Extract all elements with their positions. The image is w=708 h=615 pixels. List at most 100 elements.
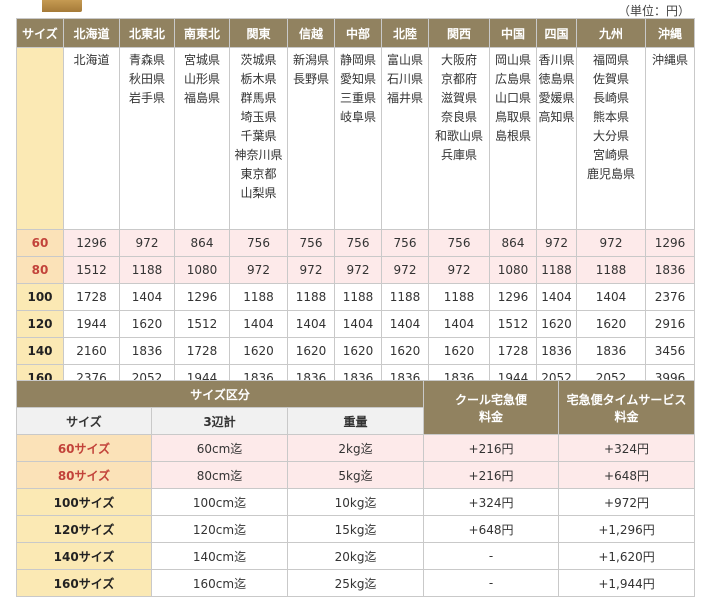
rate-cell: 1512 [63, 256, 120, 284]
prefecture-name: 兵庫県 [440, 148, 477, 162]
rate-cell: 864 [174, 229, 230, 257]
rate-cell: 1620 [119, 310, 175, 338]
size-class-label: 120サイズ [16, 515, 152, 543]
rate-cell: 972 [119, 229, 175, 257]
rate-cell: 756 [381, 229, 429, 257]
weight-subheader: 重量 [286, 407, 425, 435]
rate-cell: 1836 [119, 337, 175, 365]
rate-cell: 2376 [645, 283, 695, 311]
prefecture-name: 群馬県 [240, 91, 277, 105]
rate-cell: 1404 [287, 310, 335, 338]
service-row: 60サイズ 60cm迄 2kg迄 +216円 +324円 [16, 434, 696, 462]
rate-header-cell: 中国 [489, 18, 537, 48]
rate-cell: 1296 [489, 283, 537, 311]
prefecture-name: 青森県 [128, 53, 165, 67]
rate-header-cell: 北陸 [381, 18, 429, 48]
rate-cell: 1404 [576, 283, 646, 311]
size-blank-cell [16, 47, 64, 230]
prefecture-cell: 青森県 秋田県 岩手県 [119, 47, 175, 230]
prefecture-cell: 宮城県 山形県 福島県 [174, 47, 230, 230]
prefecture-name: 宮崎県 [592, 148, 629, 162]
size-subheader: サイズ [16, 407, 152, 435]
prefecture-name: 宮城県 [183, 53, 220, 67]
prefecture-name: 大阪府 [440, 53, 477, 67]
time-fee-cell: +324円 [558, 434, 696, 462]
prefecture-name: 長野県 [292, 72, 329, 86]
rate-row: 100 1728 1404 1296 1188 1188 1188 1188 1188 1296 1… [16, 283, 695, 311]
prefecture-name: 岩手県 [128, 91, 165, 105]
size-class-label: 160サイズ [16, 569, 152, 597]
rate-cell: 1296 [63, 229, 120, 257]
prefecture-cell: 新潟県 長野県 [287, 47, 335, 230]
rate-cell: 2916 [645, 310, 695, 338]
prefecture-cell: 岡山県 広島県 山口県 鳥取県 島根県 [489, 47, 537, 230]
prefecture-name: 大分県 [592, 129, 629, 143]
dimension-cell: 140cm迄 [151, 542, 288, 570]
prefecture-name: 和歌山県 [434, 129, 483, 143]
rate-cell: 756 [229, 229, 288, 257]
prefecture-name: 石川県 [386, 72, 423, 86]
rate-header-cell: 北海道 [63, 18, 120, 48]
time-fee-header: 宅急便タイムサービス 料金 [558, 380, 696, 435]
prefecture-name: 熊本県 [592, 110, 629, 124]
prefecture-name: 京都府 [440, 72, 477, 86]
rate-cell: 1188 [576, 256, 646, 284]
rate-cell: 1188 [381, 283, 429, 311]
size-label: 80 [16, 256, 64, 284]
time-header-line: 宅急便タイムサービス [566, 392, 687, 407]
rate-row: 140 2160 1836 1728 1620 1620 1620 1620 1620 1728 1… [16, 337, 695, 365]
cool-fee-cell: - [423, 569, 560, 597]
weight-cell: 2kg迄 [286, 434, 425, 462]
rate-cell: 1512 [489, 310, 537, 338]
rate-cell: 756 [428, 229, 490, 257]
rate-cell: 972 [334, 256, 382, 284]
service-row: 120サイズ 120cm迄 15kg迄 +648円 +1,296円 [16, 515, 696, 543]
rate-header-cell: 関東 [229, 18, 288, 48]
prefecture-name: 長崎県 [592, 91, 629, 105]
prefecture-name: 広島県 [494, 72, 531, 86]
time-fee-cell: +1,620円 [558, 542, 696, 570]
cool-fee-cell: +324円 [423, 488, 560, 516]
rate-cell: 1188 [428, 283, 490, 311]
time-fee-cell: +972円 [558, 488, 696, 516]
prefecture-name: 鳥取県 [494, 110, 531, 124]
prefecture-name: 千葉県 [240, 129, 277, 143]
prefecture-cell: 静岡県 愛知県 三重県 岐阜県 [334, 47, 382, 230]
prefecture-name: 滋賀県 [440, 91, 477, 105]
weight-cell: 10kg迄 [286, 488, 425, 516]
rate-cell: 1836 [645, 256, 695, 284]
rate-cell: 1296 [174, 283, 230, 311]
prefecture-name: 愛媛県 [538, 91, 575, 105]
dimension-cell: 120cm迄 [151, 515, 288, 543]
rate-cell: 1944 [63, 310, 120, 338]
prefecture-name: 栃木県 [240, 72, 277, 86]
prefecture-name: 愛知県 [339, 72, 376, 86]
cool-fee-cell: - [423, 542, 560, 570]
rate-cell: 1620 [428, 337, 490, 365]
time-fee-cell: +1,944円 [558, 569, 696, 597]
cool-fee-header: クール宅急便 料金 [423, 380, 560, 435]
weight-cell: 15kg迄 [286, 515, 425, 543]
weight-cell: 20kg迄 [286, 542, 425, 570]
prefecture-name: 茨城県 [240, 53, 277, 67]
prefecture-cell: 沖縄県 [645, 47, 695, 230]
rate-cell: 1620 [576, 310, 646, 338]
prefecture-name: 富山県 [386, 53, 423, 67]
prefecture-name: 高知県 [538, 110, 575, 124]
rate-row: 60 1296 972 864 756 756 756 756 756 864 972 972 1296 [16, 229, 695, 257]
rate-cell: 1728 [63, 283, 120, 311]
prefecture-name: 福島県 [183, 91, 220, 105]
rate-cell: 756 [287, 229, 335, 257]
dimension-cell: 60cm迄 [151, 434, 288, 462]
prefecture-cell: 北海道 [63, 47, 120, 230]
prefecture-name: 福岡県 [592, 53, 629, 67]
rate-cell: 972 [381, 256, 429, 284]
cool-header-line: 料金 [479, 409, 504, 424]
rate-header-cell: サイズ [16, 18, 64, 48]
rate-cell: 1620 [334, 337, 382, 365]
prefecture-name: 香川県 [538, 53, 575, 67]
service-row: 160サイズ 160cm迄 25kg迄 - +1,944円 [16, 569, 696, 597]
rate-cell: 1080 [174, 256, 230, 284]
rate-cell: 756 [334, 229, 382, 257]
rate-header-cell: 南東北 [174, 18, 230, 48]
